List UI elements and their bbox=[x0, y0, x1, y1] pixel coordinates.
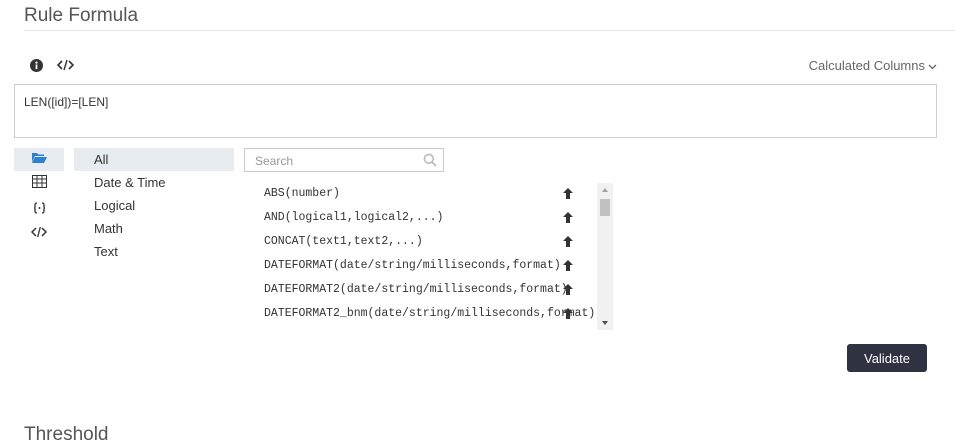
function-item-dateformat[interactable]: DATEFORMAT(date/string/milliseconds,form… bbox=[264, 259, 561, 279]
braces-icon bbox=[33, 201, 46, 219]
scroll-up-arrow-icon[interactable] bbox=[597, 183, 613, 197]
category-icon-code[interactable] bbox=[14, 222, 64, 245]
insert-arrow-up-icon[interactable] bbox=[562, 187, 576, 201]
function-item-abs[interactable]: ABS(number) bbox=[264, 187, 340, 207]
formula-editor[interactable]: LEN([id])=[LEN] bbox=[14, 84, 937, 138]
table-icon bbox=[31, 174, 47, 193]
category-date-time[interactable]: Date & Time bbox=[74, 171, 234, 194]
code-icon[interactable] bbox=[55, 57, 75, 73]
search-input[interactable]: Search bbox=[244, 148, 444, 172]
function-item-and[interactable]: AND(logical1,logical2,...) bbox=[264, 211, 443, 231]
category-icon-table[interactable] bbox=[14, 172, 64, 195]
scroll-down-arrow-icon[interactable] bbox=[597, 316, 613, 330]
calculated-columns-dropdown[interactable]: Calculated Columns bbox=[809, 58, 937, 73]
category-text[interactable]: Text bbox=[74, 240, 234, 263]
scrollbar-thumb[interactable] bbox=[600, 199, 610, 216]
function-item-concat[interactable]: CONCAT(text1,text2,...) bbox=[264, 235, 423, 255]
chevron-down-icon bbox=[928, 62, 937, 73]
category-all[interactable]: All bbox=[74, 148, 234, 171]
folder-open-icon bbox=[31, 151, 47, 169]
function-item-dateformat2-bnm[interactable]: DATEFORMAT2_bnm(date/string/milliseconds… bbox=[264, 307, 595, 327]
function-list-scrollbar[interactable] bbox=[597, 183, 613, 330]
insert-arrow-up-icon[interactable] bbox=[562, 235, 576, 249]
category-logical[interactable]: Logical bbox=[74, 194, 234, 217]
info-icon[interactable] bbox=[28, 57, 44, 73]
section-title-rule-formula: Rule Formula bbox=[24, 5, 139, 26]
code-icon bbox=[30, 225, 48, 243]
validate-button[interactable]: Validate bbox=[847, 344, 927, 372]
category-icon-braces[interactable] bbox=[14, 198, 64, 221]
category-icon-all[interactable] bbox=[14, 148, 64, 171]
insert-arrow-up-icon[interactable] bbox=[562, 211, 576, 225]
title-divider bbox=[24, 30, 955, 31]
section-title-threshold: Threshold bbox=[24, 424, 109, 445]
calculated-columns-label: Calculated Columns bbox=[808, 58, 925, 73]
search-icon bbox=[423, 153, 437, 172]
insert-arrow-up-icon[interactable] bbox=[562, 259, 576, 273]
insert-arrow-up-icon[interactable] bbox=[562, 307, 576, 321]
insert-arrow-up-icon[interactable] bbox=[562, 283, 576, 297]
function-item-dateformat2[interactable]: DATEFORMAT2(date/string/milliseconds,for… bbox=[264, 283, 568, 303]
category-math[interactable]: Math bbox=[74, 217, 234, 240]
